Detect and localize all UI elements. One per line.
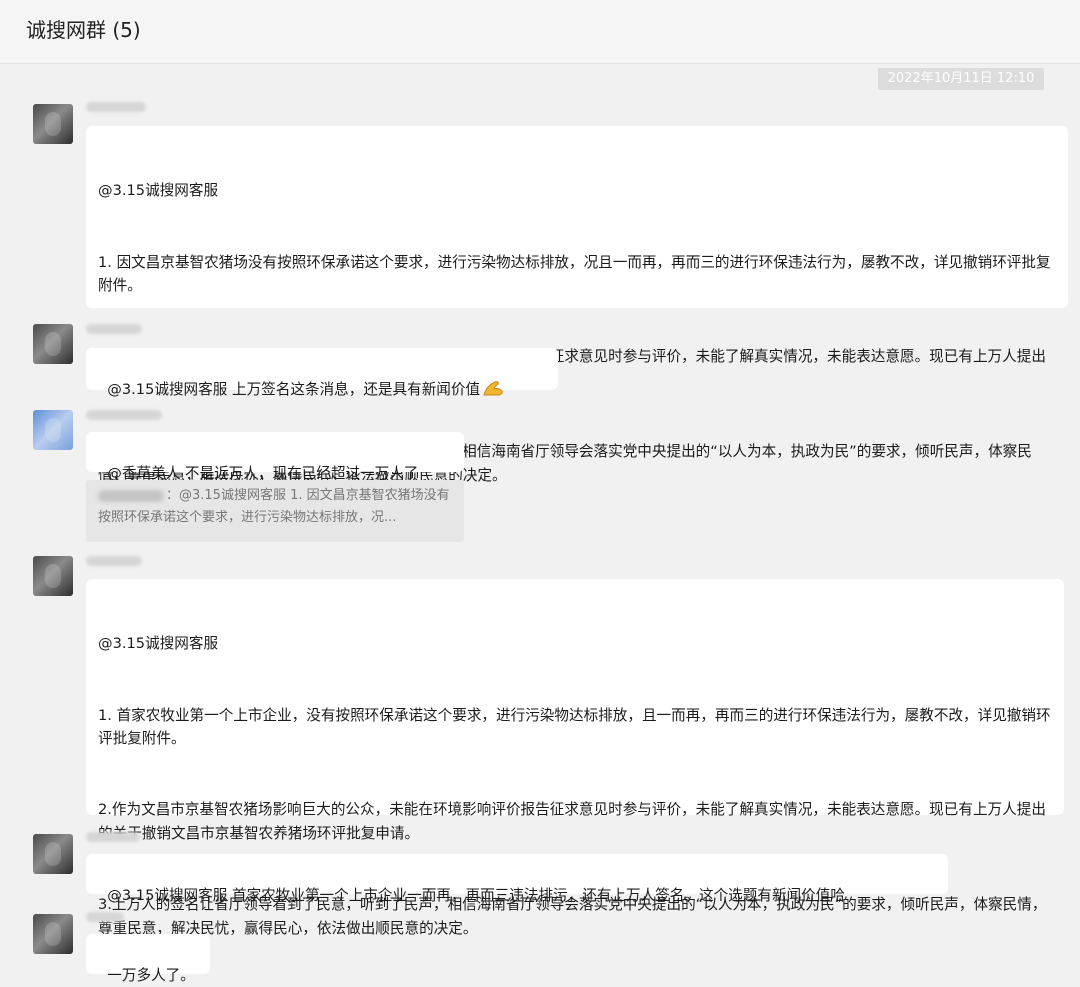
message-timestamp: 2022年10月11日 12:10 [878, 68, 1044, 90]
message-text: @3.15诚搜网客服 上万签名这条消息，还是具有新闻价值 [107, 380, 481, 398]
avatar[interactable] [33, 914, 73, 954]
avatar[interactable] [33, 556, 73, 596]
message-line: 2.作为文昌市京基智农猪场影响巨大的公众，未能在环境影响评价报告征求意见时参与评… [98, 801, 1046, 843]
quoted-sender-name [98, 489, 164, 502]
quoted-reply[interactable]: ：@3.15诚搜网客服 1. 因文昌京基智农猪场没有按照环保承诺这个要求，进行污… [86, 480, 464, 542]
avatar[interactable] [33, 410, 73, 450]
sender-name [86, 556, 142, 566]
sender-name [86, 102, 146, 112]
muscle-emoji-icon [483, 380, 503, 396]
avatar[interactable] [33, 324, 73, 364]
message-text: 一万多人了。 [107, 966, 195, 984]
sender-name [86, 832, 140, 842]
sender-name [86, 410, 162, 420]
message-line: 1. 首家农牧业第一个上市企业，没有按照环保承诺这个要求，进行污染物达标排放，且… [98, 706, 1051, 748]
chat-header: 诚搜网群 (5) [0, 0, 1080, 64]
avatar[interactable] [33, 104, 73, 144]
message-text: @3.15诚搜网客服 首家农牧业第一个上市企业一而再，再而三违法排污，还有上万人… [107, 886, 845, 904]
sender-name [86, 324, 142, 334]
sender-name [86, 912, 124, 922]
message-bubble[interactable]: @3.15诚搜网客服 1. 因文昌京基智农猪场没有按照环保承诺这个要求，进行污染… [86, 126, 1068, 484]
message-bubble[interactable]: @3.15诚搜网客服 首家农牧业第一个上市企业一而再，再而三违法排污，还有上万人… [86, 854, 948, 904]
message-bubble[interactable]: 一万多人了。 [86, 934, 210, 984]
message-bubble[interactable]: @香草美人 不是近万人，现在已经超过一万人了 [86, 432, 464, 482]
message-bubble[interactable]: @3.15诚搜网客服 1. 首家农牧业第一个上市企业，没有按照环保承诺这个要求，… [86, 579, 1064, 937]
message-line: @3.15诚搜网客服 [98, 635, 219, 653]
message-bubble[interactable]: @3.15诚搜网客服 上万签名这条消息，还是具有新闻价值 [86, 348, 558, 398]
message-line: 1. 因文昌京基智农猪场没有按照环保承诺这个要求，进行污染物达标排放，况且一而再… [98, 253, 1051, 295]
group-title[interactable]: 诚搜网群 (5) [26, 16, 141, 44]
avatar[interactable] [33, 834, 73, 874]
message-line: @3.15诚搜网客服 [98, 182, 219, 200]
